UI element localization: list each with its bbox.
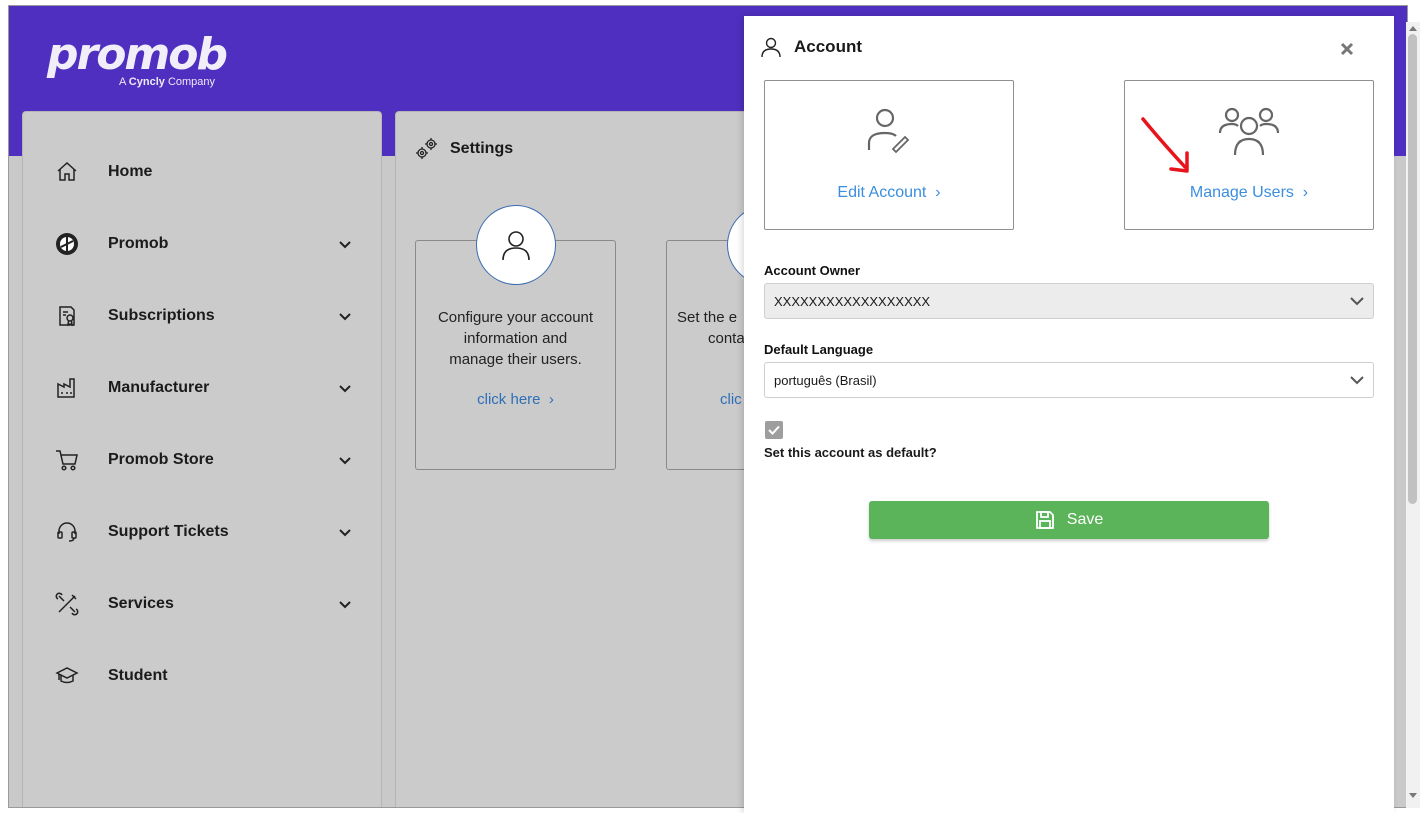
scroll-up-icon[interactable] — [1408, 24, 1418, 32]
sidebar-item-label: Support Tickets — [108, 523, 229, 540]
logo-wordmark: promob — [47, 29, 228, 80]
settings-title: Settings — [450, 140, 514, 157]
sidebar-item-subscriptions[interactable]: Subscriptions — [23, 296, 381, 336]
sidebar-item-home[interactable]: Home — [23, 152, 381, 192]
sidebar-item-label: Manufacturer — [108, 379, 210, 396]
page-scrollbar[interactable] — [1406, 22, 1420, 808]
chevron-down-icon — [1350, 376, 1364, 385]
scroll-down-icon[interactable] — [1408, 792, 1418, 800]
sidebar-item-support-tickets[interactable]: Support Tickets — [23, 512, 381, 552]
home-icon — [53, 158, 81, 186]
chevron-down-icon[interactable] — [337, 524, 353, 540]
default-language-select[interactable]: português (Brasil) — [764, 362, 1374, 398]
settings-header: Settings — [414, 136, 513, 162]
default-language-label: Default Language — [764, 342, 874, 357]
sidebar-item-promob-store[interactable]: Promob Store — [23, 440, 381, 480]
panel-header: Account — [760, 36, 862, 58]
sidebar-item-label: Subscriptions — [108, 307, 215, 324]
factory-icon — [53, 374, 81, 402]
edit-account-card[interactable]: Edit Account › — [764, 80, 1014, 230]
user-edit-icon — [765, 105, 1013, 153]
promob-logo-icon — [53, 230, 81, 258]
settings-panel: Settings Configure your account informat… — [395, 111, 807, 807]
card-description: Configure your account information and m… — [437, 309, 594, 368]
close-button[interactable] — [1338, 40, 1356, 58]
sidebar-item-manufacturer[interactable]: Manufacturer — [23, 368, 381, 408]
user-icon — [476, 205, 556, 285]
graduation-cap-icon — [53, 662, 81, 690]
sidebar-item-promob[interactable]: Promob — [23, 224, 381, 264]
user-icon — [761, 37, 781, 58]
sidebar-item-label: Promob — [108, 235, 169, 252]
certificate-icon — [53, 302, 81, 330]
chevron-down-icon[interactable] — [337, 236, 353, 252]
chevron-down-icon[interactable] — [337, 596, 353, 612]
default-account-label: Set this account as default? — [764, 445, 937, 460]
account-owner-value: XXXXXXXXXXXXXXXXXX — [774, 293, 931, 309]
logo-tagline: A Cyncly Company — [119, 76, 216, 88]
chevron-down-icon[interactable] — [337, 308, 353, 324]
save-label: Save — [1066, 511, 1104, 528]
cart-icon — [53, 446, 81, 474]
sidebar-item-label: Services — [108, 595, 174, 612]
edit-account-link[interactable]: Edit Account › — [765, 184, 1013, 202]
check-icon — [768, 425, 780, 435]
sidebar-item-student[interactable]: Student — [23, 656, 381, 696]
default-account-checkbox[interactable] — [765, 421, 783, 439]
headset-icon — [53, 518, 81, 546]
chevron-down-icon[interactable] — [337, 380, 353, 396]
scroll-thumb[interactable] — [1408, 34, 1417, 504]
sidebar: Home Promob Subscriptions Manufacturer P… — [22, 111, 382, 807]
annotation-arrow-icon — [1141, 117, 1189, 173]
manage-users-card[interactable]: Manage Users › — [1124, 80, 1374, 230]
panel-title: Account — [794, 37, 862, 56]
promob-logo[interactable]: promob A Cyncly Company — [47, 29, 228, 89]
account-owner-select[interactable]: XXXXXXXXXXXXXXXXXX — [764, 283, 1374, 319]
chevron-down-icon[interactable] — [337, 452, 353, 468]
sidebar-item-label: Student — [108, 667, 168, 684]
manage-users-link[interactable]: Manage Users › — [1125, 184, 1373, 202]
account-panel: Account Edit Account › Manage Users › Ac… — [744, 16, 1394, 813]
gears-icon — [416, 138, 437, 159]
tools-icon — [53, 590, 81, 618]
chevron-down-icon — [1350, 297, 1364, 306]
close-icon — [1340, 42, 1354, 56]
save-button[interactable]: Save — [869, 501, 1269, 539]
sidebar-item-services[interactable]: Services — [23, 584, 381, 624]
account-owner-label: Account Owner — [764, 263, 861, 278]
sidebar-item-label: Promob Store — [108, 451, 214, 468]
default-language-value: português (Brasil) — [774, 372, 877, 388]
floppy-disk-icon — [1035, 511, 1054, 529]
sidebar-item-label: Home — [108, 163, 153, 180]
card-link[interactable]: click here › — [416, 391, 615, 408]
